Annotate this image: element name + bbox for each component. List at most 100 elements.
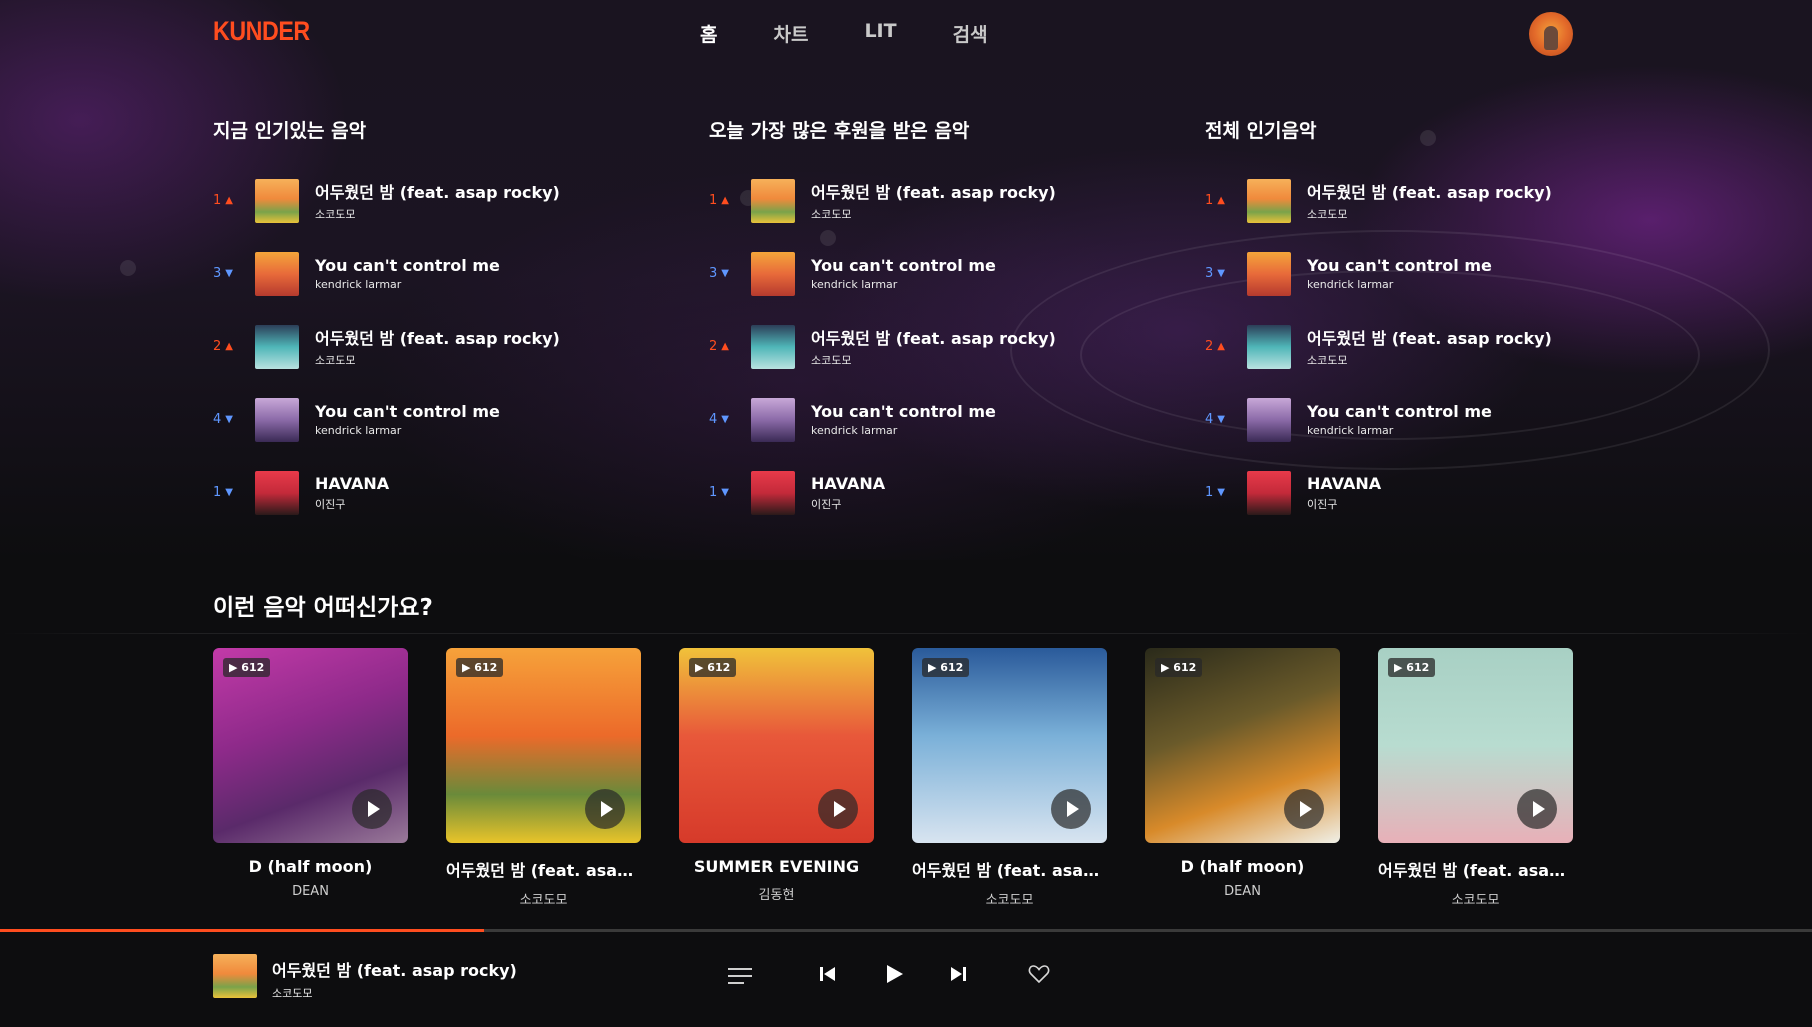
track-artist[interactable]: 소코도모 <box>315 352 560 368</box>
album-cover[interactable] <box>1247 324 1291 369</box>
album-cover[interactable]: ▶ 612 <box>446 648 641 843</box>
album-cover[interactable] <box>255 178 299 223</box>
card-title[interactable]: 어두웠던 밤 (feat. asap ro.. <box>1378 857 1573 881</box>
logo[interactable]: KUNDER <box>213 16 310 47</box>
track-artist[interactable]: 이진구 <box>315 496 389 512</box>
card-artist[interactable]: DEAN <box>1145 884 1340 899</box>
avatar[interactable] <box>1529 12 1573 56</box>
track-title[interactable]: You can't control me <box>1307 402 1492 421</box>
track-title[interactable]: HAVANA <box>811 474 885 493</box>
album-cover[interactable] <box>751 470 795 515</box>
rank-row[interactable]: 3 ▼ You can't control me kendrick larmar <box>213 237 633 310</box>
play-button[interactable] <box>818 789 858 829</box>
play-button[interactable] <box>1284 789 1324 829</box>
play-button[interactable] <box>585 789 625 829</box>
rank-row[interactable]: 2 ▲ 어두웠던 밤 (feat. asap rocky) 소코도모 <box>709 310 1129 383</box>
track-title[interactable]: You can't control me <box>315 402 500 421</box>
nav-lit[interactable]: LIT <box>864 20 896 47</box>
nav-search[interactable]: 검색 <box>953 20 988 47</box>
queue-add-icon[interactable] <box>728 968 752 986</box>
album-cover[interactable]: ▶ 612 <box>213 648 408 843</box>
track-artist[interactable]: kendrick larmar <box>315 278 500 291</box>
album-cover[interactable]: ▶ 612 <box>1378 648 1573 843</box>
album-cover[interactable] <box>1247 470 1291 515</box>
rank-row[interactable]: 1 ▲ 어두웠던 밤 (feat. asap rocky) 소코도모 <box>1205 164 1625 237</box>
track-artist[interactable]: kendrick larmar <box>1307 278 1492 291</box>
track-title[interactable]: 어두웠던 밤 (feat. asap rocky) <box>315 179 560 203</box>
rank-row[interactable]: 1 ▼ HAVANA 이진구 <box>1205 456 1625 529</box>
previous-icon[interactable] <box>818 964 838 988</box>
track-artist[interactable]: 소코도모 <box>315 206 560 222</box>
track-artist[interactable]: kendrick larmar <box>811 424 996 437</box>
track-title[interactable]: 어두웠던 밤 (feat. asap rocky) <box>315 325 560 349</box>
album-cover[interactable] <box>255 470 299 515</box>
track-artist[interactable]: 이진구 <box>811 496 885 512</box>
album-cover[interactable] <box>255 251 299 296</box>
card-artist[interactable]: 소코도모 <box>1378 889 1573 908</box>
album-cover[interactable] <box>751 324 795 369</box>
track-title[interactable]: You can't control me <box>1307 256 1492 275</box>
album-cover[interactable] <box>751 251 795 296</box>
track-title[interactable]: 어두웠던 밤 (feat. asap rocky) <box>1307 179 1552 203</box>
track-artist[interactable]: kendrick larmar <box>811 278 996 291</box>
card-title[interactable]: D (half moon) <box>213 857 408 876</box>
track-artist[interactable]: 소코도모 <box>811 352 1056 368</box>
card-artist[interactable]: 소코도모 <box>446 889 641 908</box>
album-cover[interactable]: ▶ 612 <box>912 648 1107 843</box>
track-artist[interactable]: 소코도모 <box>1307 206 1552 222</box>
card-artist[interactable]: DEAN <box>213 884 408 899</box>
album-cover[interactable] <box>1247 178 1291 223</box>
track-artist[interactable]: kendrick larmar <box>1307 424 1492 437</box>
card-artist[interactable]: 소코도모 <box>912 889 1107 908</box>
card-title[interactable]: SUMMER EVENING <box>679 857 874 876</box>
next-icon[interactable] <box>948 964 968 988</box>
track-title[interactable]: HAVANA <box>1307 474 1381 493</box>
play-button[interactable] <box>352 789 392 829</box>
track-title[interactable]: HAVANA <box>315 474 389 493</box>
track-title[interactable]: You can't control me <box>315 256 500 275</box>
album-cover[interactable] <box>255 397 299 442</box>
recommend-card[interactable]: ▶ 612 어두웠던 밤 (feat. asap ro.. 소코도모 <box>1378 648 1573 908</box>
track-title[interactable]: 어두웠던 밤 (feat. asap rocky) <box>811 179 1056 203</box>
card-title[interactable]: D (half moon) <box>1145 857 1340 876</box>
now-playing-title[interactable]: 어두웠던 밤 (feat. asap rocky) <box>272 957 517 981</box>
recommend-card[interactable]: ▶ 612 SUMMER EVENING 김동현 <box>679 648 874 908</box>
rank-row[interactable]: 2 ▲ 어두웠던 밤 (feat. asap rocky) 소코도모 <box>213 310 633 383</box>
recommend-card[interactable]: ▶ 612 D (half moon) DEAN <box>213 648 408 908</box>
track-artist[interactable]: 이진구 <box>1307 496 1381 512</box>
now-playing-artist[interactable]: 소코도모 <box>272 985 517 1001</box>
track-artist[interactable]: 소코도모 <box>1307 352 1552 368</box>
nav-chart[interactable]: 차트 <box>773 20 808 47</box>
rank-row[interactable]: 4 ▼ You can't control me kendrick larmar <box>1205 383 1625 456</box>
now-playing-cover[interactable] <box>213 954 257 998</box>
recommend-card[interactable]: ▶ 612 어두웠던 밤 (feat. asap ro.. 소코도모 <box>446 648 641 908</box>
nav-home[interactable]: 홈 <box>700 20 717 47</box>
card-title[interactable]: 어두웠던 밤 (feat. asap ro.. <box>912 857 1107 881</box>
rank-row[interactable]: 1 ▼ HAVANA 이진구 <box>709 456 1129 529</box>
track-artist[interactable]: 소코도모 <box>811 206 1056 222</box>
rank-row[interactable]: 4 ▼ You can't control me kendrick larmar <box>709 383 1129 456</box>
track-artist[interactable]: kendrick larmar <box>315 424 500 437</box>
album-cover[interactable] <box>255 324 299 369</box>
recommend-card[interactable]: ▶ 612 D (half moon) DEAN <box>1145 648 1340 908</box>
rank-row[interactable]: 4 ▼ You can't control me kendrick larmar <box>213 383 633 456</box>
play-icon[interactable] <box>882 962 906 990</box>
card-artist[interactable]: 김동현 <box>679 884 874 903</box>
rank-row[interactable]: 1 ▼ HAVANA 이진구 <box>213 456 633 529</box>
rank-row[interactable]: 3 ▼ You can't control me kendrick larmar <box>709 237 1129 310</box>
rank-row[interactable]: 1 ▲ 어두웠던 밤 (feat. asap rocky) 소코도모 <box>709 164 1129 237</box>
track-title[interactable]: You can't control me <box>811 256 996 275</box>
card-title[interactable]: 어두웠던 밤 (feat. asap ro.. <box>446 857 641 881</box>
album-cover[interactable]: ▶ 612 <box>1145 648 1340 843</box>
album-cover[interactable] <box>751 397 795 442</box>
track-title[interactable]: You can't control me <box>811 402 996 421</box>
play-button[interactable] <box>1517 789 1557 829</box>
recommend-card[interactable]: ▶ 612 어두웠던 밤 (feat. asap ro.. 소코도모 <box>912 648 1107 908</box>
rank-row[interactable]: 3 ▼ You can't control me kendrick larmar <box>1205 237 1625 310</box>
rank-row[interactable]: 2 ▲ 어두웠던 밤 (feat. asap rocky) 소코도모 <box>1205 310 1625 383</box>
heart-icon[interactable] <box>1028 964 1050 988</box>
track-title[interactable]: 어두웠던 밤 (feat. asap rocky) <box>811 325 1056 349</box>
album-cover[interactable] <box>1247 397 1291 442</box>
album-cover[interactable] <box>751 178 795 223</box>
track-title[interactable]: 어두웠던 밤 (feat. asap rocky) <box>1307 325 1552 349</box>
